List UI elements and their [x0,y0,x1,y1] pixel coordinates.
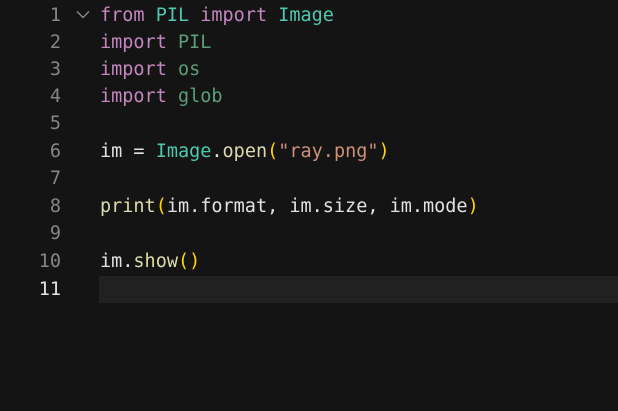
line-number: 9 [49,223,61,244]
code-text: import glob [100,83,223,110]
line-number: 11 [38,279,61,300]
chevron-down-icon[interactable] [74,2,92,29]
function-name: open [222,141,268,162]
keyword: import [100,86,167,107]
module-name: PIL [155,5,190,26]
code-text: im = Image.open("ray.png") [100,138,390,165]
code-text: print(im.format, im.size, im.mode) [100,193,479,220]
line-number: 3 [49,59,61,80]
string-literal: "ray.png" [278,141,379,162]
line-number: 1 [49,5,61,26]
dot: . [211,141,223,162]
function-name: show [133,251,178,272]
line-number: 2 [49,32,61,53]
current-line-highlight [99,276,618,303]
close-paren: ) [467,196,479,217]
code-line[interactable]: 7 [0,165,618,192]
line-number: 7 [49,168,61,189]
variable: im [100,141,123,162]
module-name: PIL [177,32,212,53]
line-number: 10 [38,251,61,272]
code-line[interactable]: 6 im = Image.open("ray.png") [0,138,618,165]
keyword: import [100,59,167,80]
current-code-line[interactable]: 11 [0,276,618,303]
variable: im. [100,251,134,272]
keyword: from [100,5,145,26]
code-line[interactable]: 8 print(im.format, im.size, im.mode) [0,193,618,220]
close-paren: ) [189,251,201,272]
module-name: glob [177,86,223,107]
keyword: import [100,32,167,53]
module-name: os [177,59,201,80]
code-line[interactable]: 2 import PIL [0,29,618,56]
code-line[interactable]: 9 [0,220,618,247]
open-paren: ( [267,141,279,162]
code-line[interactable]: 3 import os [0,56,618,83]
code-line[interactable]: 1 from PIL import Image [0,2,618,29]
arguments: im.format, im.size, im.mode [166,196,468,217]
code-editor[interactable]: 1 from PIL import Image 2 import PIL 3 i… [0,0,618,411]
operator: = [133,141,145,162]
code-text: import os [100,56,200,83]
code-line[interactable]: 10 im.show() [0,248,618,275]
open-paren: ( [155,196,167,217]
code-text: im.show() [100,248,200,275]
close-paren: ) [378,141,390,162]
code-line[interactable]: 5 [0,110,618,137]
line-number: 5 [49,113,61,134]
keyword: import [200,5,268,26]
code-text: import PIL [100,29,211,56]
class-name: Image [278,5,334,26]
code-line[interactable]: 4 import glob [0,83,618,110]
line-number: 4 [49,86,61,107]
function-name: print [100,196,156,217]
line-number: 6 [49,141,61,162]
code-text: from PIL import Image [100,2,334,29]
line-number: 8 [49,196,61,217]
class-name: Image [155,141,212,162]
open-paren: ( [177,251,190,272]
